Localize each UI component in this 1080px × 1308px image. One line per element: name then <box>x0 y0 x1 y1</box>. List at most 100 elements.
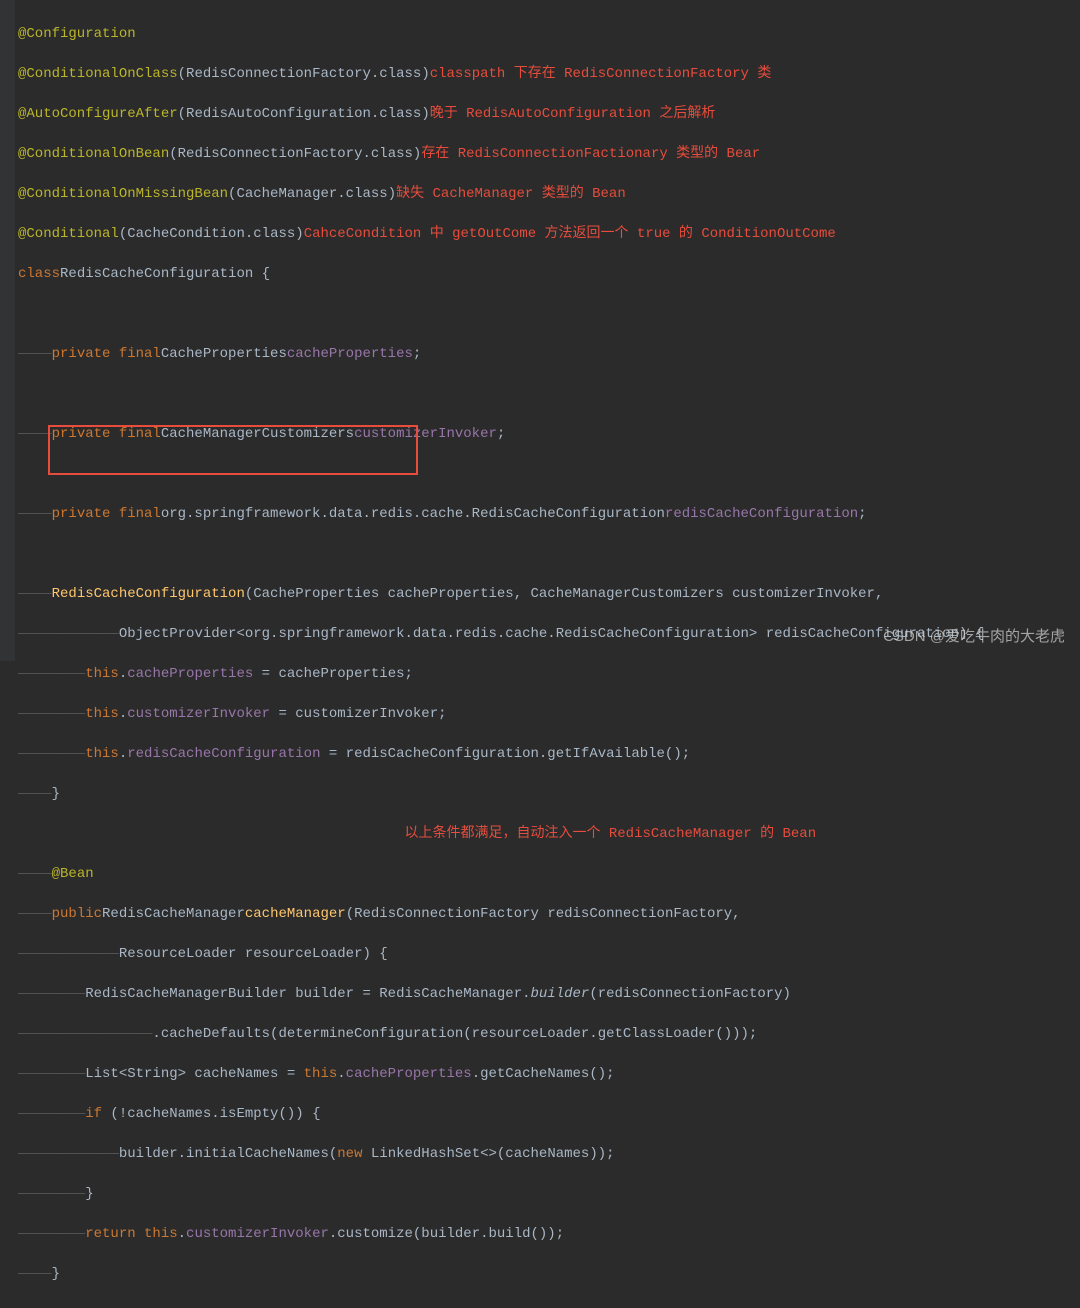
call: .getCacheNames(); <box>472 1064 615 1084</box>
code-line: ――――――――} <box>18 1184 1080 1204</box>
brace: } <box>85 1184 93 1204</box>
code-editor[interactable]: @Configuration @ConditionalOnClass(Redis… <box>0 0 1080 1308</box>
code-line: ――――private final CacheProperties cacheP… <box>18 344 1080 364</box>
code-line <box>18 464 1080 484</box>
code-line <box>18 544 1080 564</box>
field: cacheProperties <box>287 344 413 364</box>
keyword-this: this <box>85 744 119 764</box>
code-line: @Configuration <box>18 24 1080 44</box>
statement: builder.initialCacheNames( <box>119 1144 337 1164</box>
method-name: cacheManager <box>245 904 346 924</box>
comment: 以上条件都满足，自动注入一个 RedisCacheManager 的 Bean <box>404 824 816 844</box>
annotation: @ConditionalOnClass <box>18 64 178 84</box>
code-line: 以上条件都满足，自动注入一个 RedisCacheManager 的 Bean <box>18 824 1080 844</box>
chained-call: .cacheDefaults(determineConfiguration(re… <box>152 1024 757 1044</box>
code-line: @Conditional(CacheCondition.class) Cahce… <box>18 224 1080 244</box>
brace: } <box>52 784 60 804</box>
dot: . <box>337 1064 345 1084</box>
code-line: ――――――――――――――――.cacheDefaults(determine… <box>18 1024 1080 1044</box>
code-line: ――――private final org.springframework.da… <box>18 504 1080 524</box>
annotation: @Configuration <box>18 24 136 44</box>
class-literal: .class <box>245 224 295 244</box>
class-name: RedisCacheConfiguration { <box>60 264 270 284</box>
keyword-this: this <box>304 1064 338 1084</box>
params: ObjectProvider<org.springframework.data.… <box>119 624 984 644</box>
type: org.springframework.data.redis.cache.Red… <box>161 504 665 524</box>
class-ref: CacheManager <box>236 184 337 204</box>
class-literal: .class <box>337 184 387 204</box>
code-line: ――――――――this.customizerInvoker = customi… <box>18 704 1080 724</box>
assignment: = redisCacheConfiguration.getIfAvailable… <box>320 744 690 764</box>
code-line: @ConditionalOnMissingBean(CacheManager.c… <box>18 184 1080 204</box>
code-line: ――――――――List<String> cacheNames = this.c… <box>18 1064 1080 1084</box>
keyword: public <box>52 904 102 924</box>
comment: classpath 下存在 RedisConnectionFactory 类 <box>430 64 772 84</box>
annotation: @ConditionalOnBean <box>18 144 169 164</box>
comment: CahceCondition 中 getOutCome 方法返回一个 true … <box>304 224 836 244</box>
field: redisCacheConfiguration <box>665 504 858 524</box>
keyword-this: this <box>85 664 119 684</box>
brace: } <box>52 1264 60 1284</box>
code-line: ――――@Bean <box>18 864 1080 884</box>
field: cacheProperties <box>127 664 253 684</box>
code-line: @ConditionalOnClass(RedisConnectionFacto… <box>18 64 1080 84</box>
code-line: ――――――――this.redisCacheConfiguration = r… <box>18 744 1080 764</box>
annotation: @Bean <box>52 864 94 884</box>
keyword-this: this <box>144 1224 178 1244</box>
dot: . <box>119 704 127 724</box>
field: cacheProperties <box>346 1064 472 1084</box>
code-line: ――――――――RedisCacheManagerBuilder builder… <box>18 984 1080 1004</box>
annotation: @AutoConfigureAfter <box>18 104 178 124</box>
assignment: = cacheProperties; <box>253 664 413 684</box>
class-literal: .class <box>362 144 412 164</box>
code-line <box>18 384 1080 404</box>
code-line: ――――public RedisCacheManager cacheManage… <box>18 904 1080 924</box>
field: customizerInvoker <box>127 704 270 724</box>
statement: List<String> cacheNames = <box>85 1064 303 1084</box>
code-line <box>18 304 1080 324</box>
condition: (!cacheNames.isEmpty()) { <box>102 1104 320 1124</box>
assignment: = customizerInvoker; <box>270 704 446 724</box>
code-line: ――――} <box>18 784 1080 804</box>
static-method: builder <box>531 984 590 1004</box>
class-literal: .class <box>371 64 421 84</box>
keyword: class <box>18 264 60 284</box>
comment: 晚于 RedisAutoConfiguration 之后解析 <box>430 104 716 124</box>
field: redisCacheConfiguration <box>127 744 320 764</box>
type: RedisCacheManager <box>102 904 245 924</box>
editor-gutter <box>0 0 15 661</box>
class-literal: .class <box>371 104 421 124</box>
call: .customize(builder.build()); <box>329 1224 564 1244</box>
call-args: (redisConnectionFactory) <box>589 984 791 1004</box>
params: (RedisConnectionFactory redisConnectionF… <box>346 904 741 924</box>
keyword: private final <box>52 344 161 364</box>
constructor: RedisCacheConfiguration <box>52 584 245 604</box>
code-line: ――――――――――――builder.initialCacheNames(ne… <box>18 1144 1080 1164</box>
keyword-this: this <box>85 704 119 724</box>
code-line: ――――private final CacheManagerCustomizer… <box>18 424 1080 444</box>
code-line: ――――――――――――ObjectProvider<org.springfra… <box>18 624 1080 644</box>
field: customizerInvoker <box>354 424 497 444</box>
keyword: return <box>85 1224 144 1244</box>
class-ref: RedisConnectionFactory <box>186 64 371 84</box>
code-line: ――――――――return this.customizerInvoker.cu… <box>18 1224 1080 1244</box>
class-ref: RedisAutoConfiguration <box>186 104 371 124</box>
code-line: ――――} <box>18 1264 1080 1284</box>
class-ref: RedisConnectionFactory <box>178 144 363 164</box>
field: customizerInvoker <box>186 1224 329 1244</box>
statement: RedisCacheManagerBuilder builder = Redis… <box>85 984 530 1004</box>
keyword: private final <box>52 424 161 444</box>
code-line: @AutoConfigureAfter(RedisAutoConfigurati… <box>18 104 1080 124</box>
annotation: @Conditional <box>18 224 119 244</box>
type: CacheProperties <box>161 344 287 364</box>
code-line: @ConditionalOnBean(RedisConnectionFactor… <box>18 144 1080 164</box>
annotation: @ConditionalOnMissingBean <box>18 184 228 204</box>
type: CacheManagerCustomizers <box>161 424 354 444</box>
dot: . <box>178 1224 186 1244</box>
code-line: ――――――――this.cacheProperties = cacheProp… <box>18 664 1080 684</box>
keyword: private final <box>52 504 161 524</box>
ctor-call: LinkedHashSet<>(cacheNames)); <box>362 1144 614 1164</box>
code-line: ――――RedisCacheConfiguration(CachePropert… <box>18 584 1080 604</box>
code-line: ――――――――if (!cacheNames.isEmpty()) { <box>18 1104 1080 1124</box>
dot: . <box>119 664 127 684</box>
